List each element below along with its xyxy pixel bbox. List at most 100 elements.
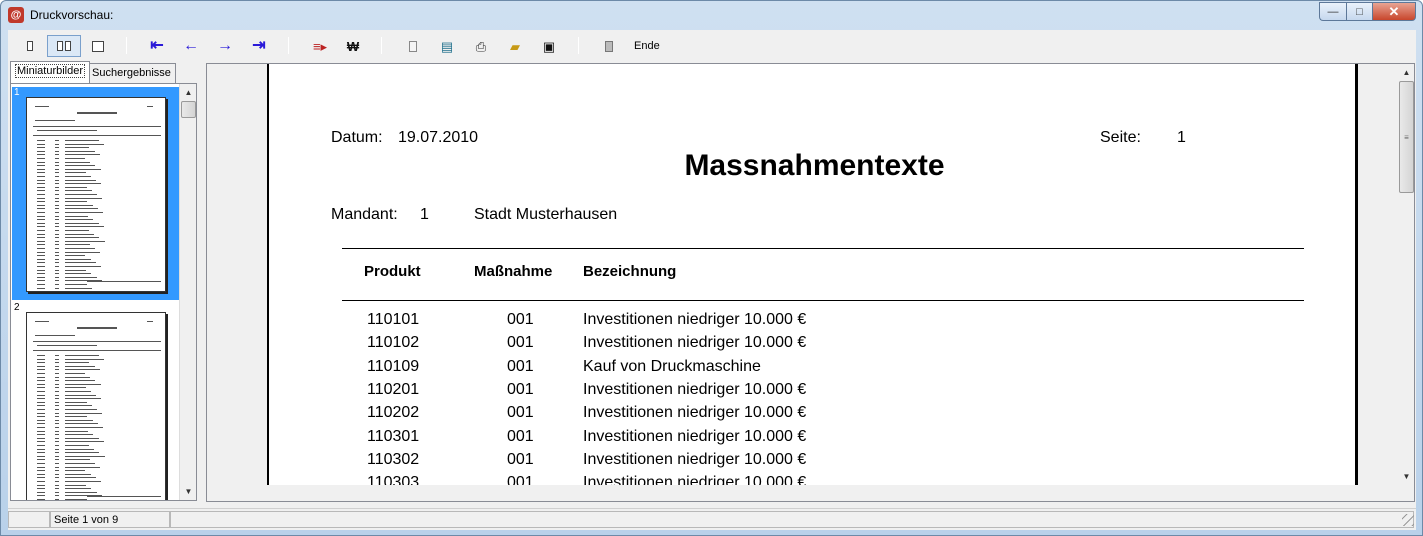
page-width-icon — [92, 40, 104, 52]
thumbnail-list: 1 2 — [11, 84, 179, 500]
thumbnail-panel: 1 2 ▲ ▼ — [10, 83, 197, 501]
close-icon: ✕ — [1388, 3, 1400, 19]
tab-thumbnails-label: Miniaturbilder — [15, 64, 86, 78]
cell-produkt: 110201 — [367, 380, 420, 398]
cell-bezeichnung: Investitionen niedriger 10.000 € — [583, 334, 807, 352]
cell-produkt: 110302 — [367, 450, 420, 468]
print-button[interactable]: ⎙ — [470, 35, 492, 57]
minimize-button[interactable]: — — [1319, 2, 1346, 21]
tab-search-results[interactable]: Suchergebnisse — [87, 63, 176, 83]
cell-massnahme: 001 — [507, 450, 534, 468]
scroll-up-arrow-icon[interactable]: ▲ — [1398, 64, 1414, 81]
table-row: 110109 001 Kauf von Druckmaschine — [269, 357, 1355, 381]
cell-bezeichnung: Investitionen niedriger 10.000 € — [583, 311, 807, 328]
preview-vertical-scrollbar[interactable]: ▲ ≡ ▼ — [1398, 64, 1414, 485]
date-value: 19.07.2010 — [398, 129, 479, 146]
arrow-left-icon: ← — [183, 37, 199, 54]
printer-setup-button[interactable]: ▤ — [436, 35, 458, 57]
thumbnail-page-1[interactable]: 1 — [12, 87, 179, 300]
header-rule-top — [342, 248, 1304, 249]
cell-bezeichnung: Investitionen niedriger 10.000 € — [583, 474, 807, 485]
cell-produkt: 110102 — [367, 334, 420, 352]
thumbnail-image — [26, 312, 166, 500]
toolbar-separator — [578, 37, 579, 54]
cell-massnahme: 001 — [507, 427, 534, 445]
table-row: 110303 001 Investitionen niedriger 10.000 … — [269, 474, 1355, 485]
toolbar: ⇤ ← → ⇥ ≡▸ ₩ ▤ ⎙ ▰ ▣ Ende — [8, 30, 1416, 60]
table-row: 110101 001 Investitionen niedriger 10.000 … — [269, 311, 1355, 334]
cell-massnahme: 001 — [507, 474, 534, 485]
thumbnail-number: 2 — [14, 302, 20, 313]
thumbnail-page-2[interactable]: 2 — [12, 302, 179, 500]
preview-background: Datum: 19.07.2010 Seite: 1 Massnahmentex… — [207, 64, 1398, 485]
arrow-right-icon: → — [217, 37, 233, 54]
resize-grip-icon[interactable] — [1402, 514, 1414, 526]
toolbar-separator — [288, 37, 289, 54]
page-setup-button[interactable] — [402, 35, 424, 57]
report-title: Massnahmentexte — [684, 149, 945, 182]
panel-splitter[interactable] — [200, 63, 205, 503]
next-page-button[interactable]: → — [214, 35, 236, 57]
scroll-up-arrow-icon[interactable]: ▲ — [180, 84, 196, 101]
cell-bezeichnung: Investitionen niedriger 10.000 € — [583, 404, 807, 422]
column-header-bezeichnung: Bezeichnung — [583, 263, 677, 280]
floppy-disk-icon: ▣ — [542, 38, 556, 54]
app-icon: @ — [8, 7, 24, 23]
column-header-massnahme: Maßnahme — [474, 263, 553, 280]
page-setup-icon — [409, 40, 417, 52]
full-width-view-button[interactable] — [87, 35, 109, 57]
save-button[interactable]: ▣ — [538, 35, 560, 57]
toolbar-separator — [126, 37, 127, 54]
two-page-view-button[interactable] — [47, 35, 81, 57]
cell-produkt: 110303 — [367, 474, 420, 485]
close-button[interactable]: ✕ — [1372, 2, 1416, 21]
preview-area: Datum: 19.07.2010 Seite: 1 Massnahmentex… — [206, 63, 1415, 502]
tab-thumbnails[interactable]: Miniaturbilder — [10, 61, 91, 83]
goto-page-button[interactable]: ≡▸ — [309, 35, 331, 57]
window-title: Druckvorschau: — [30, 8, 114, 22]
page-label: Seite: — [1100, 129, 1141, 146]
cell-bezeichnung: Investitionen niedriger 10.000 € — [583, 380, 807, 398]
table-row: 110302 001 Investitionen niedriger 10.000 … — [269, 450, 1355, 474]
cell-bezeichnung: Investitionen niedriger 10.000 € — [583, 450, 807, 468]
title-bar[interactable]: @ Druckvorschau: — □ ✕ — [1, 1, 1422, 29]
cell-produkt: 110101 — [367, 311, 420, 328]
first-page-icon: ⇤ — [150, 37, 164, 54]
thumbnail-number: 1 — [14, 87, 20, 98]
single-page-icon — [27, 41, 33, 51]
minimize-icon: — — [1327, 5, 1339, 18]
thumbnail-scrollbar[interactable]: ▲ ▼ — [179, 84, 196, 500]
mandant-number: 1 — [420, 206, 429, 223]
print-preview-window: @ Druckvorschau: — □ ✕ ⇤ ← → ⇥ ≡▸ ₩ ▤ ⎙ … — [0, 0, 1423, 536]
cell-massnahme: 001 — [507, 334, 534, 352]
scroll-down-arrow-icon[interactable]: ▼ — [180, 483, 196, 500]
date-label: Datum: — [331, 129, 383, 146]
maximize-icon: □ — [1356, 5, 1363, 18]
previous-page-button[interactable]: ← — [180, 35, 202, 57]
exit-icon-button[interactable] — [598, 35, 620, 57]
cell-produkt: 110301 — [367, 427, 420, 445]
single-page-view-button[interactable] — [19, 35, 41, 57]
preview-horizontal-scrollbar[interactable] — [207, 485, 1398, 501]
mandant-label: Mandant: — [331, 206, 398, 223]
first-page-button[interactable]: ⇤ — [146, 35, 168, 57]
toolbar-separator — [381, 37, 382, 54]
cell-massnahme: 001 — [507, 380, 534, 398]
scrollbar-thumb[interactable] — [181, 101, 196, 118]
open-button[interactable]: ▰ — [504, 35, 526, 57]
binoculars-icon: ₩ — [346, 38, 360, 54]
scrollbar-thumb[interactable]: ≡ — [1399, 81, 1414, 193]
table-row: 110102 001 Investitionen niedriger 10.000 … — [269, 334, 1355, 357]
cell-massnahme: 001 — [507, 311, 534, 328]
end-button[interactable]: Ende — [634, 40, 660, 52]
last-page-button[interactable]: ⇥ — [248, 35, 270, 57]
mandant-name: Stadt Musterhausen — [474, 206, 618, 223]
printer-setup-icon: ▤ — [440, 38, 454, 54]
report-page: Datum: 19.07.2010 Seite: 1 Massnahmentex… — [267, 64, 1358, 485]
find-button[interactable]: ₩ — [342, 35, 364, 57]
scroll-down-arrow-icon[interactable]: ▼ — [1398, 468, 1414, 485]
cell-massnahme: 001 — [507, 404, 534, 422]
cell-produkt: 110109 — [367, 357, 420, 375]
maximize-button[interactable]: □ — [1346, 2, 1372, 21]
page-value: 1 — [1177, 129, 1186, 146]
